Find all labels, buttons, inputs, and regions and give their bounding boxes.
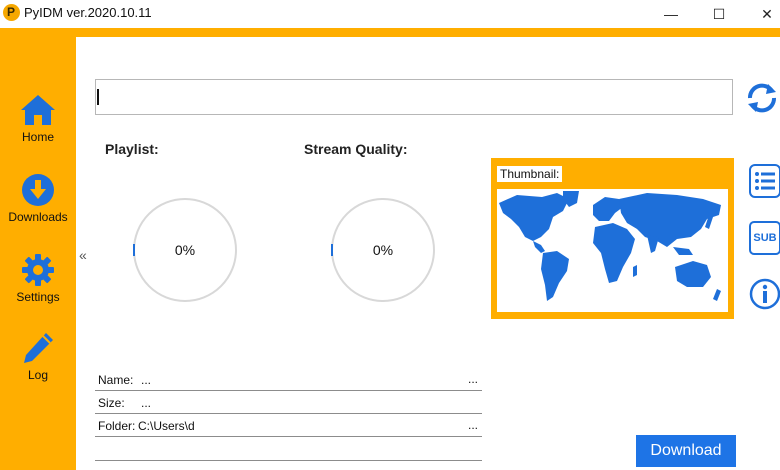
gear-icon [22, 254, 54, 286]
sidebar-item-settings[interactable]: Settings [0, 252, 76, 304]
playlist-progress-ring: 0% [133, 198, 237, 302]
thumbnail-image [497, 189, 728, 312]
size-row: Size: ... [95, 391, 482, 414]
sidebar-item-log[interactable]: Log [0, 330, 76, 382]
playlist-label: Playlist: [105, 141, 159, 157]
pencil-icon [24, 333, 53, 363]
subtitles-label: SUB [749, 221, 780, 255]
size-label: Size: [98, 396, 125, 410]
header-strip [0, 28, 780, 37]
name-edit-button[interactable]: ... [468, 372, 478, 386]
subtitles-button[interactable]: SUB [749, 221, 780, 255]
name-label: Name: [98, 373, 134, 387]
stream-progress-text: 0% [372, 242, 394, 258]
sidebar-item-label: Settings [16, 290, 60, 304]
sidebar-item-home[interactable]: Home [0, 92, 76, 144]
minimize-button[interactable]: — [648, 0, 694, 28]
sidebar-item-label: Downloads [8, 210, 68, 224]
sidebar-item-downloads[interactable]: Downloads [0, 172, 76, 224]
size-value: ... [141, 396, 152, 410]
folder-label: Folder: [98, 419, 136, 433]
stream-progress-ring: 0% [331, 198, 435, 302]
sidebar-item-label: Home [21, 130, 54, 144]
download-icon [22, 174, 54, 206]
folder-value: C:\Users\d [138, 419, 195, 433]
collapse-sidebar-button[interactable]: « [79, 247, 87, 263]
folder-row: Folder: C:\Users\d ... [95, 414, 482, 437]
info-icon[interactable] [749, 277, 780, 311]
text-cursor [97, 89, 99, 105]
name-row: Name: ... ... [95, 368, 482, 391]
playlist-menu-icon[interactable] [749, 164, 780, 198]
sidebar: Home Downloads Settings Log [0, 37, 76, 470]
home-icon [21, 95, 55, 125]
app-logo-icon [3, 4, 20, 21]
thumbnail-label: Thumbnail: [497, 166, 563, 182]
sidebar-item-label: Log [27, 368, 49, 382]
stream-quality-label: Stream Quality: [304, 141, 408, 157]
title-bar: PyIDM ver.2020.10.11 — ☐ ✕ [0, 0, 780, 28]
maximize-button[interactable]: ☐ [696, 0, 742, 28]
world-map-icon [499, 191, 721, 301]
name-value: ... [141, 373, 152, 387]
playlist-progress-text: 0% [174, 242, 196, 258]
extra-row [95, 437, 482, 461]
url-input[interactable] [95, 79, 733, 115]
thumbnail-panel: Thumbnail: [491, 158, 734, 319]
refresh-icon[interactable] [744, 80, 780, 116]
close-button[interactable]: ✕ [744, 0, 780, 28]
download-button[interactable]: Download [636, 435, 736, 467]
window-title: PyIDM ver.2020.10.11 [24, 5, 152, 20]
folder-browse-button[interactable]: ... [468, 418, 478, 432]
